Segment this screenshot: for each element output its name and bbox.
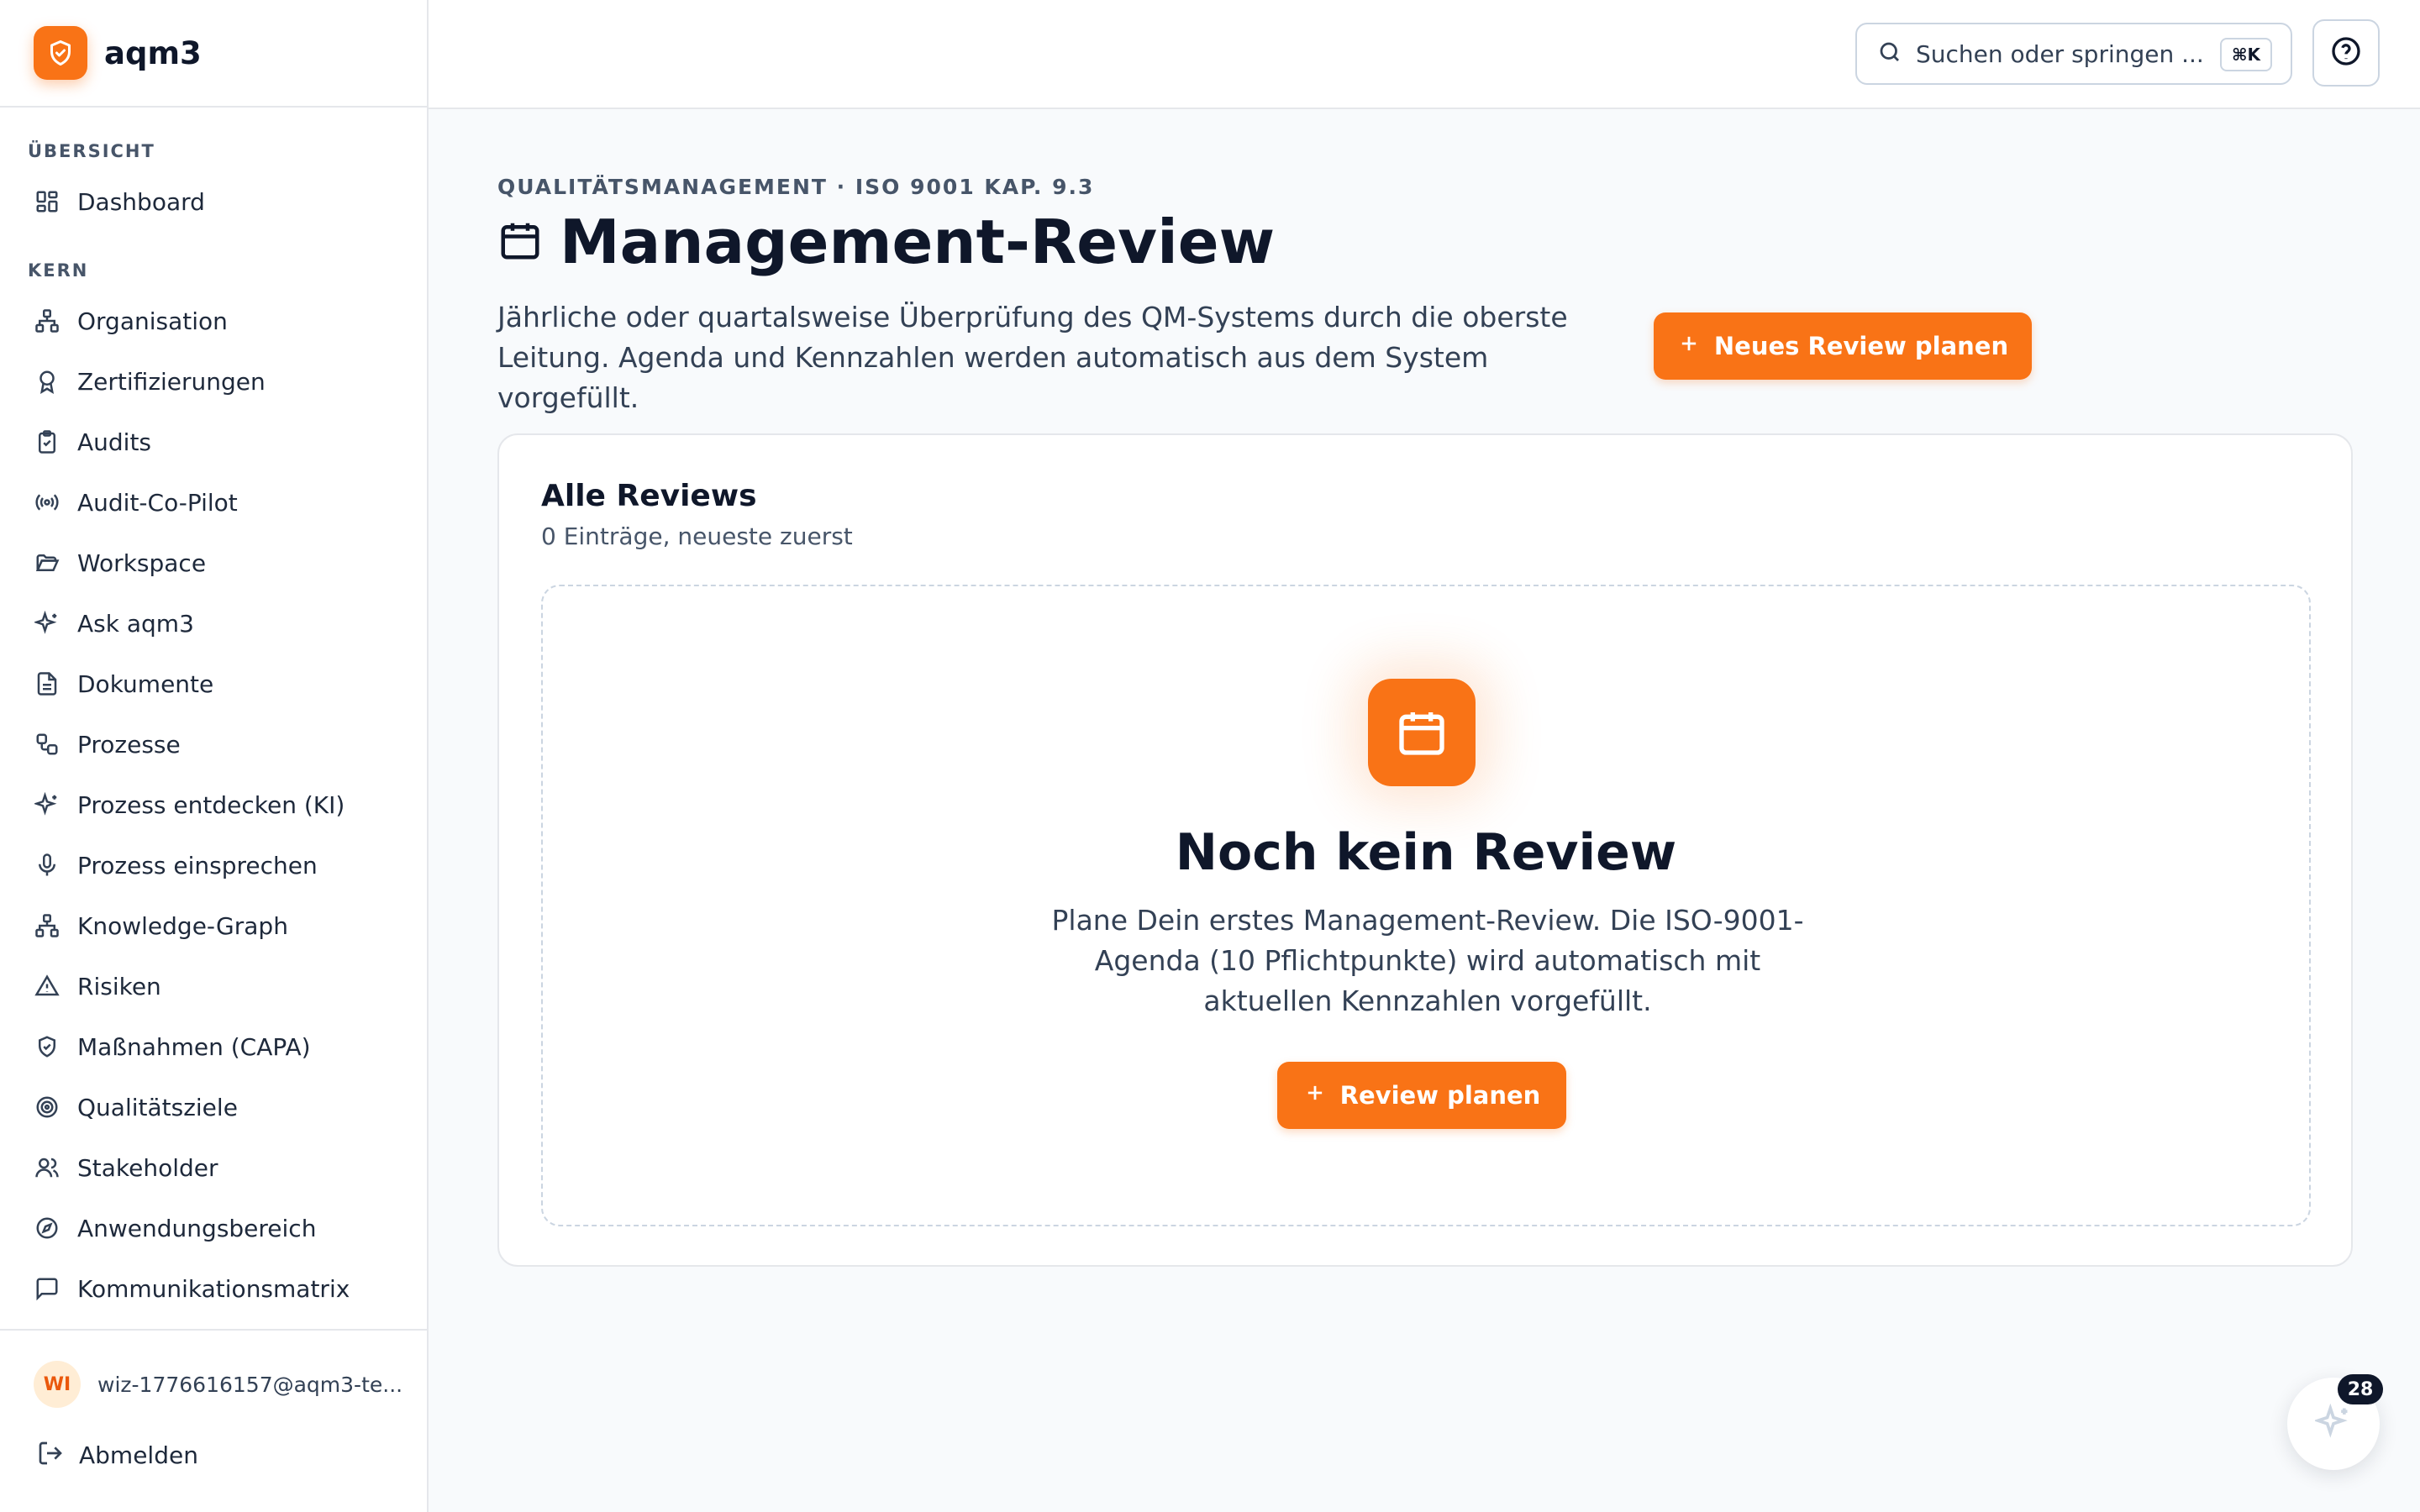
page-header: Management-Review <box>497 207 1275 277</box>
microphone-icon <box>34 852 60 879</box>
sidebar-item-label: Risiken <box>77 972 161 1000</box>
empty-state-description: Plane Dein erstes Management-Review. Die… <box>1051 904 1804 1017</box>
sidebar-item-kommunikationsmatrix[interactable]: Kommunikationsmatrix <box>13 1262 415 1315</box>
sidebar-item-label: Prozesse <box>77 730 181 759</box>
card-title: Alle Reviews <box>541 479 757 513</box>
compass-icon <box>34 1215 60 1242</box>
brand-name: aqm3 <box>104 34 202 71</box>
sidebar-item-prozesse[interactable]: Prozesse <box>13 717 415 771</box>
sidebar-item-zertifizierungen[interactable]: Zertifizierungen <box>13 354 415 408</box>
file-text-icon <box>34 670 60 697</box>
reviews-card: Alle Reviews 0 Einträge, neueste zuerst … <box>497 433 2353 1267</box>
target-icon <box>34 1094 60 1121</box>
plus-icon <box>1303 1081 1327 1110</box>
plan-review-label: Review planen <box>1339 1081 1541 1110</box>
nav-section-overview: ÜBERSICHT <box>28 141 155 161</box>
sidebar-item-anwendungsbereich[interactable]: Anwendungsbereich <box>13 1201 415 1255</box>
sidebar-item-label: Ask aqm3 <box>77 609 194 638</box>
sidebar-item-label: Knowledge-Graph <box>77 911 288 940</box>
sidebar-item-label: Stakeholder <box>77 1153 218 1182</box>
sidebar-item-audit-co-pilot[interactable]: Audit-Co-Pilot <box>13 475 415 529</box>
avatar: WI <box>34 1361 81 1408</box>
sidebar-item-dokumente[interactable]: Dokumente <box>13 657 415 711</box>
empty-state: Noch kein Review Plane Dein erstes Manag… <box>541 585 2311 1226</box>
sidebar-item-massnahmen[interactable]: Maßnahmen (CAPA) <box>13 1020 415 1074</box>
nav-section-core: KERN <box>28 260 89 281</box>
org-chart-icon <box>34 307 60 334</box>
sparkles-icon <box>34 791 60 818</box>
warning-triangle-icon <box>34 973 60 1000</box>
message-square-icon <box>34 1275 60 1302</box>
sparkles-icon <box>34 610 60 637</box>
sidebar-item-label: Audit-Co-Pilot <box>77 488 238 517</box>
network-icon <box>34 912 60 939</box>
sidebar-item-label: Qualitätsziele <box>77 1093 238 1121</box>
search-icon <box>1877 39 1902 68</box>
breadcrumb: QUALITÄTSMANAGEMENT · ISO 9001 KAP. 9.3 <box>497 175 1095 199</box>
notification-count-badge: 28 <box>2338 1374 2383 1404</box>
sidebar-item-label: Workspace <box>77 549 207 577</box>
sidebar-item-qualitaetsziele[interactable]: Qualitätsziele <box>13 1080 415 1134</box>
sidebar-item-audits[interactable]: Audits <box>13 415 415 469</box>
sidebar-item-label: Maßnahmen (CAPA) <box>77 1032 311 1061</box>
sidebar-item-prozess-entdecken[interactable]: Prozess entdecken (KI) <box>13 778 415 832</box>
sidebar-item-organisation[interactable]: Organisation <box>13 294 415 348</box>
sidebar-item-workspace[interactable]: Workspace <box>13 536 415 590</box>
user-email: wiz-1776616157@aqm3-te... <box>97 1372 403 1397</box>
logout-label: Abmelden <box>79 1441 198 1469</box>
search-shortcut-badge: ⌘K <box>2219 38 2272 71</box>
page-description: Jährliche oder quartalsweise Überprüfung… <box>497 301 1568 414</box>
sidebar-item-stakeholder[interactable]: Stakeholder <box>13 1141 415 1194</box>
search-placeholder: Suchen oder springen ... <box>1916 39 2204 68</box>
sidebar-item-label: Prozess einsprechen <box>77 851 318 879</box>
dashboard-icon <box>34 188 60 215</box>
brand[interactable]: aqm3 <box>0 0 427 108</box>
workflow-icon <box>34 731 60 758</box>
sidebar-item-knowledge-graph[interactable]: Knowledge-Graph <box>13 899 415 953</box>
sidebar-item-label: Zertifizierungen <box>77 367 266 396</box>
shield-check-icon <box>34 1033 60 1060</box>
folder-open-icon <box>34 549 60 576</box>
sidebar-item-prozess-einsprechen[interactable]: Prozess einsprechen <box>13 838 415 892</box>
empty-state-title: Noch kein Review <box>1175 823 1677 882</box>
sidebar-item-label: Anwendungsbereich <box>77 1214 317 1242</box>
sidebar-item-ask-aqm3[interactable]: Ask aqm3 <box>13 596 415 650</box>
sidebar-item-dashboard[interactable]: Dashboard <box>13 175 415 228</box>
sidebar-footer: WI wiz-1776616157@aqm3-te... Abmelden <box>0 1329 427 1512</box>
sparkles-icon <box>2312 1403 2352 1444</box>
award-icon <box>34 368 60 395</box>
page-title: Management-Review <box>560 207 1276 277</box>
sidebar-item-label: Audits <box>77 428 152 456</box>
sidebar-item-label: Dokumente <box>77 669 214 698</box>
search-input[interactable]: Suchen oder springen ... ⌘K <box>1855 23 2292 85</box>
plus-icon <box>1677 332 1701 361</box>
calendar-icon <box>1368 679 1476 786</box>
help-button[interactable] <box>2312 19 2380 87</box>
sidebar-item-risiken[interactable]: Risiken <box>13 959 415 1013</box>
plan-review-button[interactable]: Review planen <box>1277 1062 1566 1129</box>
logout-button[interactable]: Abmelden <box>37 1431 198 1478</box>
new-review-button[interactable]: Neues Review planen <box>1654 312 2032 380</box>
sidebar-item-label: Organisation <box>77 307 228 335</box>
sidebar-item-label: Prozess entdecken (KI) <box>77 790 345 819</box>
sidebar-item-label: Kommunikationsmatrix <box>77 1274 350 1303</box>
sidebar: aqm3 ÜBERSICHT Dashboard KERN Organisati… <box>0 0 429 1512</box>
logo-shield-icon <box>34 26 87 80</box>
users-icon <box>34 1154 60 1181</box>
radio-icon <box>34 489 60 516</box>
card-subtitle: 0 Einträge, neueste zuerst <box>541 522 853 550</box>
help-circle-icon <box>2329 34 2363 71</box>
logout-icon <box>37 1440 64 1470</box>
topbar: Suchen oder springen ... ⌘K <box>429 0 2420 109</box>
clipboard-check-icon <box>34 428 60 455</box>
sidebar-item-label: Dashboard <box>77 187 205 216</box>
calendar-icon <box>497 218 543 266</box>
new-review-label: Neues Review planen <box>1713 332 2009 360</box>
user-profile[interactable]: WI wiz-1776616157@aqm3-te... <box>34 1361 402 1408</box>
